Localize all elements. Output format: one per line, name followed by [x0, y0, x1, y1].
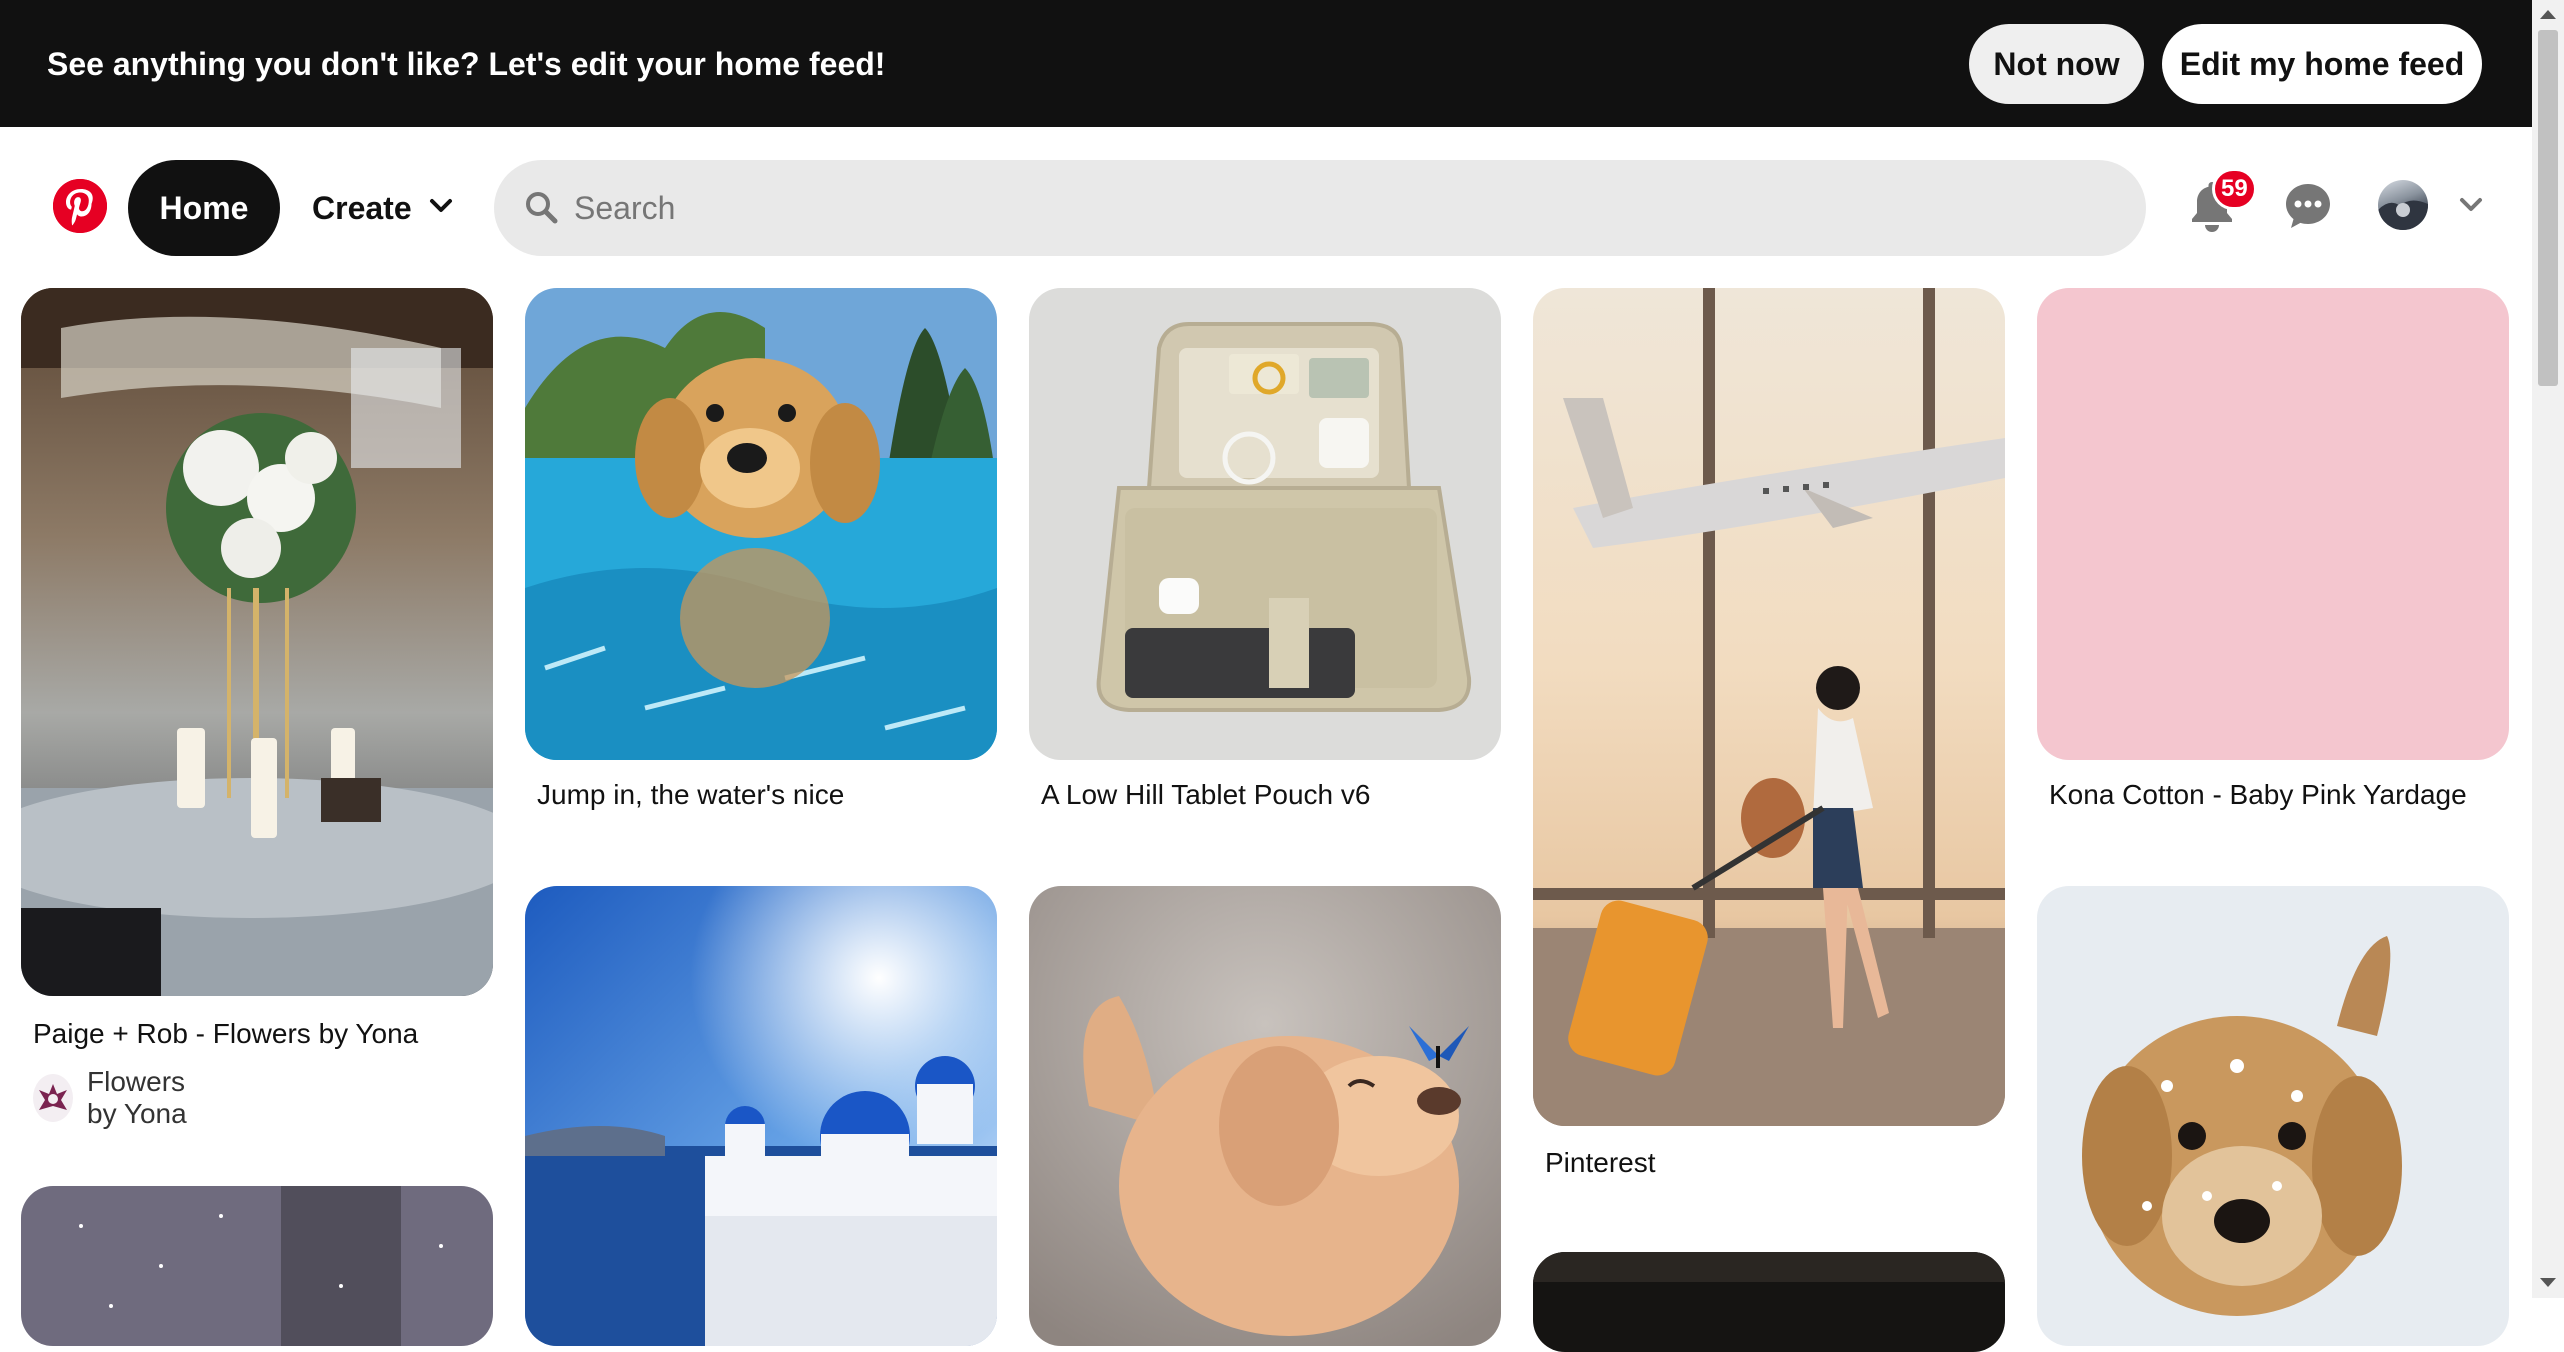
creator-avatar[interactable] — [33, 1074, 73, 1122]
pin-image[interactable] — [1533, 288, 2005, 1126]
messages-button[interactable] — [2260, 160, 2356, 256]
home-tab[interactable]: Home — [128, 160, 280, 256]
create-label: Create — [312, 189, 412, 226]
edit-feed-banner: See anything you don't like? Let's edit … — [0, 0, 2532, 127]
pin-image[interactable] — [21, 1186, 493, 1346]
pin-title[interactable]: Kona Cotton - Baby Pink Yardage — [2049, 779, 2467, 811]
page-scrollbar[interactable] — [2532, 0, 2564, 1298]
pin-image[interactable] — [2037, 886, 2509, 1346]
pinterest-logo-icon[interactable] — [53, 179, 107, 233]
pin-title[interactable]: Pinterest — [1545, 1147, 1656, 1179]
pin-image[interactable] — [21, 288, 493, 996]
pin-title[interactable]: A Low Hill Tablet Pouch v6 — [1041, 779, 1370, 811]
pin-title[interactable]: Jump in, the water's nice — [537, 779, 844, 811]
scrollbar-thumb[interactable] — [2538, 30, 2558, 386]
pin-creator[interactable]: Flowers by Yona — [33, 1066, 193, 1130]
pin-image[interactable] — [525, 886, 997, 1346]
not-now-button[interactable]: Not now — [1969, 24, 2144, 104]
top-navigation: Home Create 59 — [0, 127, 2532, 287]
scroll-up-arrow-icon[interactable] — [2540, 10, 2556, 19]
scroll-down-arrow-icon[interactable] — [2540, 1278, 2556, 1287]
create-menu-button[interactable]: Create — [296, 160, 470, 256]
pin-image[interactable] — [1533, 1252, 2005, 1352]
chevron-down-icon — [428, 190, 454, 227]
pin-image[interactable] — [1029, 886, 1501, 1346]
pin-image[interactable] — [2037, 288, 2509, 760]
search-icon — [524, 190, 560, 231]
pin-image[interactable] — [1029, 288, 1501, 760]
search-bar[interactable] — [494, 160, 2146, 256]
edit-home-feed-button[interactable]: Edit my home feed — [2162, 24, 2482, 104]
pin-image[interactable] — [525, 288, 997, 760]
account-menu-chevron-down-icon[interactable] — [2446, 180, 2496, 230]
banner-message: See anything you don't like? Let's edit … — [47, 46, 886, 82]
notification-count-badge: 59 — [2212, 168, 2257, 210]
chat-bubble-icon — [2284, 182, 2332, 235]
pin-title[interactable]: Paige + Rob - Flowers by Yona — [33, 1018, 418, 1050]
user-avatar[interactable] — [2378, 180, 2428, 230]
creator-name: Flowers by Yona — [87, 1066, 187, 1129]
search-input[interactable] — [574, 160, 2114, 256]
